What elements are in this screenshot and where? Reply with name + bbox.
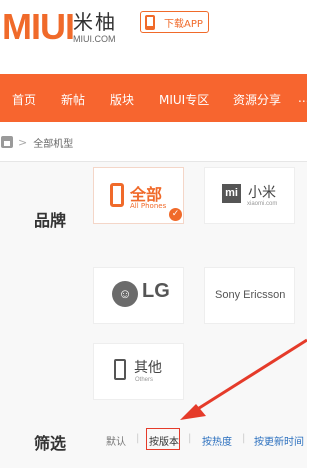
annotation-arrow-icon <box>180 338 307 420</box>
